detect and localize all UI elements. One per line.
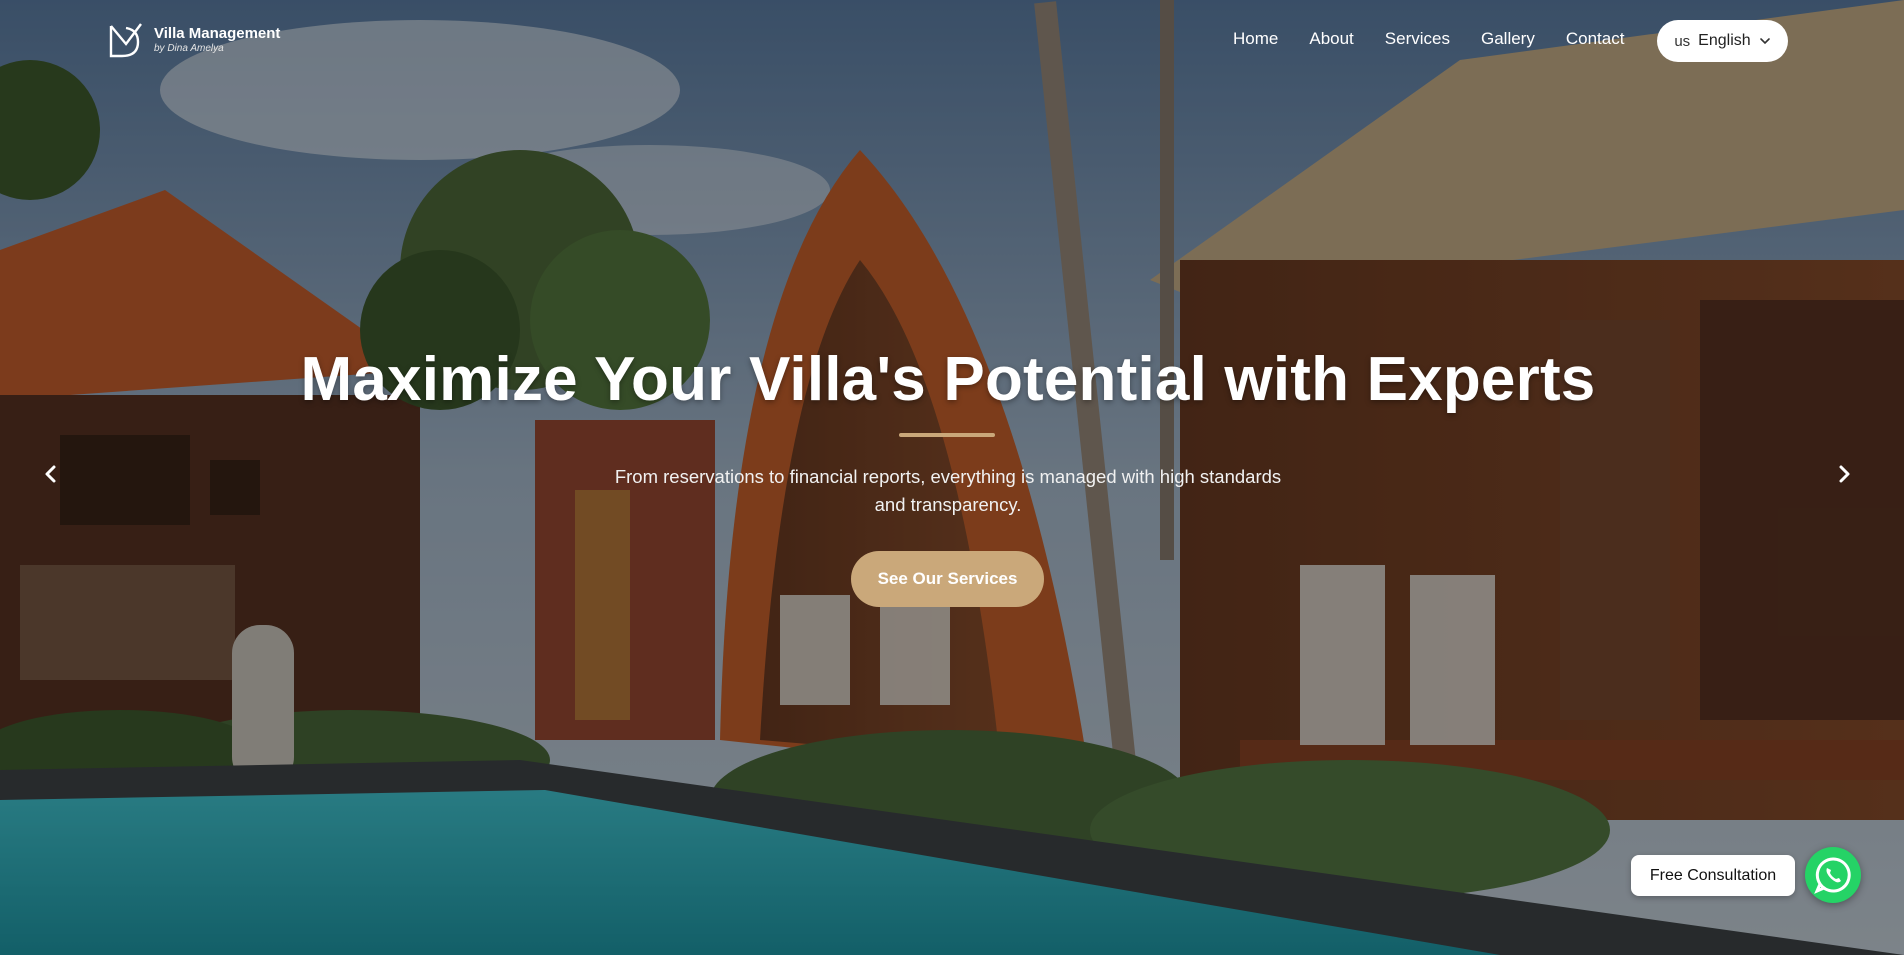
brand-tagline: by Dina Amelya bbox=[154, 43, 224, 54]
title-divider bbox=[899, 433, 995, 437]
chevron-left-icon bbox=[45, 465, 56, 483]
language-selector[interactable]: us English bbox=[1657, 20, 1788, 62]
whatsapp-button[interactable] bbox=[1805, 847, 1861, 903]
nav-link-contact[interactable]: Contact bbox=[1566, 29, 1625, 49]
free-consultation-button[interactable]: Free Consultation bbox=[1631, 855, 1795, 896]
nav-link-services[interactable]: Services bbox=[1385, 29, 1450, 49]
brand-logo[interactable]: Villa Management by Dina Amelya bbox=[108, 20, 280, 60]
nav-link-home[interactable]: Home bbox=[1233, 29, 1278, 49]
chevron-down-icon bbox=[1759, 38, 1770, 45]
nav-link-about[interactable]: About bbox=[1309, 29, 1353, 49]
nav-link-gallery[interactable]: Gallery bbox=[1481, 29, 1535, 49]
top-navbar: Villa Management by Dina Amelya Home Abo… bbox=[0, 0, 1904, 82]
main-nav: Home About Services Gallery Contact bbox=[1233, 29, 1655, 49]
language-flag: us bbox=[1674, 32, 1691, 50]
see-services-button[interactable]: See Our Services bbox=[851, 551, 1044, 607]
carousel-prev-button[interactable] bbox=[33, 456, 69, 492]
language-label: English bbox=[1698, 32, 1751, 49]
hero-subtitle: From reservations to financial reports, … bbox=[614, 466, 1282, 515]
chevron-right-icon bbox=[1839, 465, 1850, 483]
whatsapp-icon bbox=[1814, 857, 1851, 894]
brand-name: Villa Management bbox=[154, 25, 281, 42]
carousel-next-button[interactable] bbox=[1826, 456, 1862, 492]
logo-mark-icon bbox=[109, 23, 142, 58]
hero-title: Maximize Your Villa's Potential with Exp… bbox=[300, 345, 1596, 414]
